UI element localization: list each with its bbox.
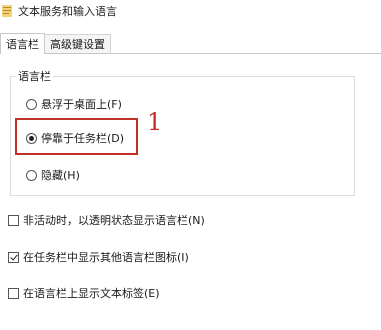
tab-strip: 语言栏 高级键设置: [0, 33, 111, 54]
groupbox-title: 语言栏: [16, 68, 53, 84]
radio-hidden[interactable]: 隐藏(H): [26, 167, 80, 183]
checkbox-transparent-when-inactive[interactable]: 非活动时，以透明状态显示语言栏(N): [8, 212, 205, 228]
checkbox[interactable]: [8, 251, 19, 263]
tab-advanced-key-settings[interactable]: 高级键设置: [44, 34, 111, 53]
checkbox-show-text-labels[interactable]: 在语言栏上显示文本标签(E): [8, 285, 160, 301]
radio-float-on-desktop[interactable]: 悬浮于桌面上(F): [26, 96, 122, 112]
annotation-highlight-box: [15, 118, 138, 155]
tab-label: 语言栏: [6, 38, 39, 51]
checkbox-show-additional-icons[interactable]: 在任务栏中显示其他语言栏图标(I): [8, 249, 189, 265]
window-title: 文本服务和输入语言: [18, 5, 117, 18]
radio-label: 悬浮于桌面上(F): [41, 98, 122, 111]
tab-language-bar[interactable]: 语言栏: [0, 33, 45, 54]
annotation-number: 1: [147, 108, 163, 136]
radio-label: 隐藏(H): [41, 169, 80, 182]
tab-label: 高级键设置: [50, 38, 105, 51]
app-icon: [2, 5, 12, 17]
checkbox[interactable]: [8, 214, 19, 226]
radio-button[interactable]: [26, 98, 37, 110]
checkbox-label: 非活动时，以透明状态显示语言栏(N): [23, 214, 205, 227]
checkbox[interactable]: [8, 287, 19, 299]
checkbox-label: 在语言栏上显示文本标签(E): [23, 287, 160, 300]
radio-button[interactable]: [26, 169, 37, 181]
title-bar: 文本服务和输入语言: [0, 0, 381, 22]
checkbox-label: 在任务栏中显示其他语言栏图标(I): [23, 251, 189, 264]
